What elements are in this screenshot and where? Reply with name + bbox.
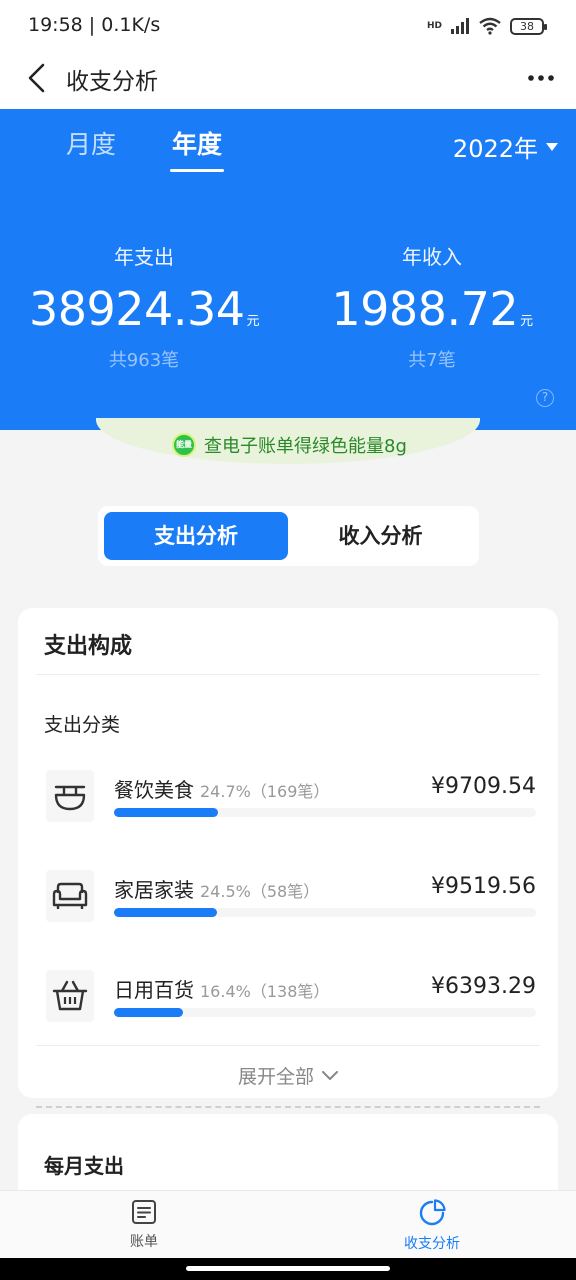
analysis-segment: 支出分析 收入分析 [98, 506, 479, 566]
signal-icon [451, 18, 469, 34]
category-meta: 24.5%（58笔） [200, 882, 320, 901]
card-title: 支出构成 [44, 634, 133, 659]
expand-all-button[interactable]: 展开全部 [18, 1062, 558, 1089]
nav-bill-label: 账单 [130, 1234, 158, 1250]
more-button[interactable] [524, 60, 558, 96]
category-progress-track [114, 808, 536, 817]
network-hd-icon: HD [426, 21, 442, 31]
category-progress-fill [114, 808, 218, 817]
category-progress-fill [114, 1008, 183, 1017]
expense-summary[interactable]: 年支出 38924.34 元 共963笔 [0, 241, 288, 372]
sofa-icon [46, 870, 94, 922]
category-meta: 16.4%（138笔） [200, 982, 330, 1001]
income-count: 共7笔 [408, 350, 456, 371]
category-progress-track [114, 1008, 536, 1017]
status-icons: HD 38 [426, 14, 547, 38]
tab-year[interactable]: 年度 [172, 125, 222, 161]
category-row[interactable]: 家居家装 24.5%（58笔） ¥9519.56 [18, 870, 558, 940]
divider [36, 1045, 540, 1046]
expand-all-label: 展开全部 [237, 1066, 314, 1088]
tab-expense-analysis[interactable]: 支出分析 [104, 512, 288, 560]
category-label: 日用百货 16.4%（138笔） [114, 974, 329, 1003]
home-indicator[interactable] [186, 1266, 390, 1271]
bowl-icon [46, 770, 94, 822]
category-subtitle: 支出分类 [44, 714, 121, 736]
summary-panel: 月度 年度 2022年 年支出 38924.34 元 共963笔 年收入 1988… [0, 109, 576, 430]
income-label: 年收入 [402, 245, 462, 269]
wifi-icon [479, 17, 501, 35]
expense-unit: 元 [246, 314, 259, 329]
income-summary[interactable]: 年收入 1988.72 元 共7笔 [288, 241, 576, 372]
category-name: 家居家装 [114, 878, 194, 902]
category-meta: 24.7%（169笔） [200, 782, 330, 801]
category-amount: ¥9709.54 [431, 774, 536, 799]
energy-banner-text: 查电子账单得绿色能量8g [204, 436, 407, 457]
category-amount: ¥9519.56 [431, 874, 536, 899]
energy-icon: 能量 [172, 433, 196, 457]
bottom-nav: 账单 收支分析 [0, 1190, 576, 1258]
nav-analysis[interactable]: 收支分析 [372, 1199, 492, 1253]
tab-income-analysis[interactable]: 收入分析 [288, 512, 473, 560]
year-value: 2022年 [452, 135, 538, 163]
energy-banner[interactable]: 能量 查电子账单得绿色能量8g [172, 432, 407, 458]
category-row[interactable]: 日用百货 16.4%（138笔） ¥6393.29 [18, 970, 558, 1040]
page-title: 收支分析 [66, 69, 158, 95]
category-row[interactable]: 餐饮美食 24.7%（169笔） ¥9709.54 [18, 770, 558, 840]
expense-count: 共963笔 [108, 350, 180, 371]
expense-amount-row: 38924.34 元 [0, 282, 288, 336]
category-label: 餐饮美食 24.7%（169笔） [114, 774, 329, 803]
category-progress-track [114, 908, 536, 917]
more-dots-icon [528, 75, 554, 81]
dashed-divider [36, 1106, 540, 1108]
nav-analysis-label: 收支分析 [404, 1236, 460, 1252]
expense-composition-card: 支出构成 支出分类 餐饮美食 24.7%（169笔） ¥9709.54 家居家装 2… [18, 608, 558, 1098]
expense-label: 年支出 [114, 245, 174, 269]
year-selector[interactable]: 2022年 [453, 129, 558, 164]
status-time: 19:58 | 0.1K/s [28, 14, 161, 36]
back-arrow-icon [28, 63, 45, 93]
category-name: 餐饮美食 [114, 778, 194, 802]
bill-icon [132, 1200, 156, 1224]
category-name: 日用百货 [114, 978, 194, 1002]
basket-icon [46, 970, 94, 1022]
income-amount: 1988.72 [331, 282, 519, 336]
battery-icon: 38 [510, 17, 547, 35]
tab-month[interactable]: 月度 [66, 125, 116, 161]
status-bar: 19:58 | 0.1K/s HD 38 [0, 0, 576, 52]
pie-chart-icon [419, 1199, 446, 1226]
chevron-down-icon [322, 1070, 338, 1080]
category-amount: ¥6393.29 [431, 974, 536, 999]
income-unit: 元 [520, 314, 533, 329]
monthly-title: 每月支出 [44, 1154, 124, 1178]
expense-amount: 38924.34 [28, 282, 245, 336]
category-label: 家居家装 24.5%（58笔） [114, 874, 319, 903]
divider [36, 674, 540, 675]
nav-bill[interactable]: 账单 [84, 1199, 204, 1251]
tab-indicator [170, 169, 224, 172]
help-icon[interactable]: ? [536, 389, 554, 407]
caret-down-icon [546, 142, 558, 151]
app-header: 收支分析 [0, 52, 576, 109]
back-button[interactable] [20, 58, 52, 98]
category-progress-fill [114, 908, 217, 917]
income-amount-row: 1988.72 元 [288, 282, 576, 336]
